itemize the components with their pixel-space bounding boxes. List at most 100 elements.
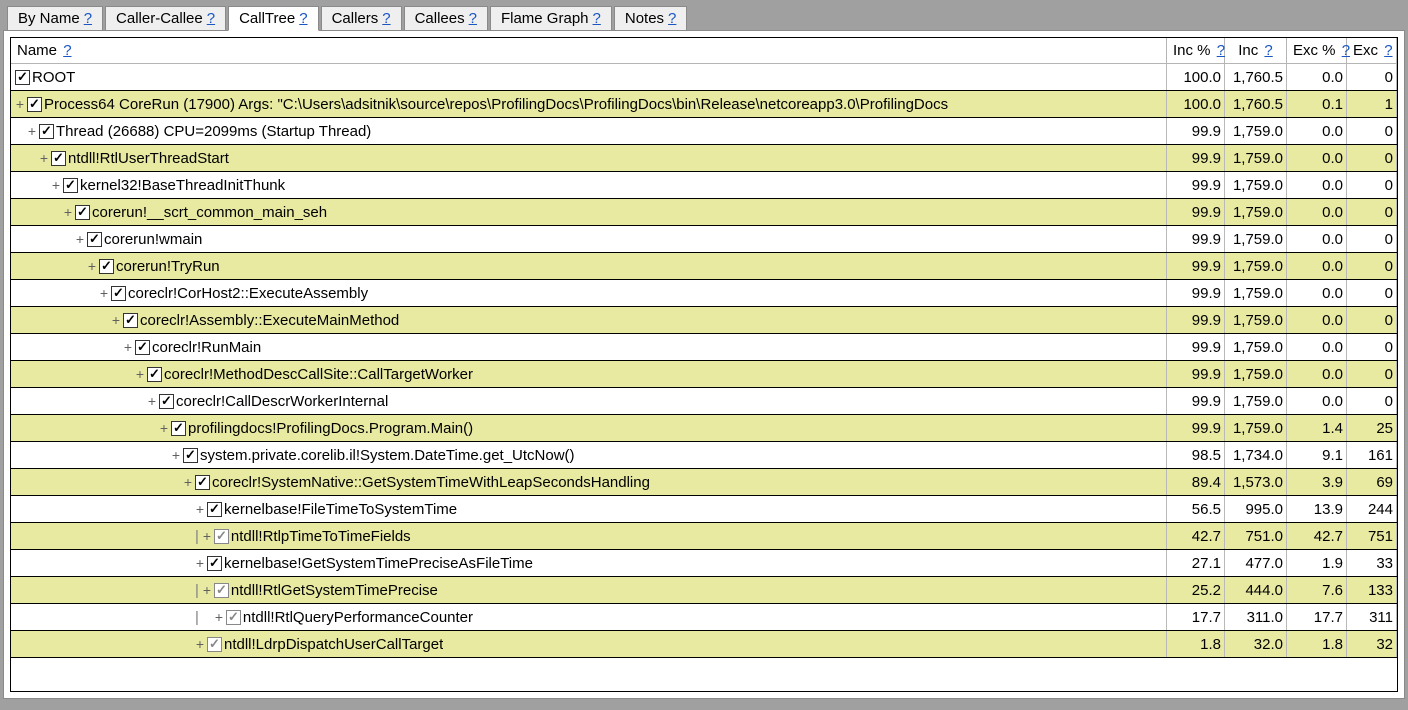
tree-row[interactable]: +Process64 CoreRun (17900) Args: "C:\Use…	[11, 91, 1397, 118]
row-checkbox[interactable]	[214, 529, 229, 544]
tree-expander-icon[interactable]: +	[111, 313, 121, 327]
cell-name[interactable]: +ntdll!RtlUserThreadStart	[11, 145, 1167, 172]
tree-row[interactable]: +ntdll!LdrpDispatchUserCallTarget1.832.0…	[11, 631, 1397, 658]
cell-name[interactable]: +coreclr!CallDescrWorkerInternal	[11, 388, 1167, 415]
tree-row[interactable]: ROOT100.01,760.50.00	[11, 64, 1397, 91]
tree-expander-icon[interactable]: +	[75, 232, 85, 246]
tree-expander-icon[interactable]: +	[159, 421, 169, 435]
tree-expander-icon[interactable]: +	[63, 205, 73, 219]
cell-name[interactable]: +kernelbase!GetSystemTimePreciseAsFileTi…	[11, 550, 1167, 577]
row-checkbox[interactable]	[195, 475, 210, 490]
cell-name[interactable]: +coreclr!RunMain	[11, 334, 1167, 361]
cell-name[interactable]: +kernel32!BaseThreadInitThunk	[11, 172, 1167, 199]
row-checkbox[interactable]	[15, 70, 30, 85]
tree-expander-icon[interactable]: +	[202, 529, 212, 543]
tree-expander-icon[interactable]: +	[195, 502, 205, 516]
cell-name[interactable]: +corerun!__scrt_common_main_seh	[11, 199, 1167, 226]
row-checkbox[interactable]	[183, 448, 198, 463]
tab-calltree[interactable]: CallTree?	[228, 6, 318, 31]
row-checkbox[interactable]	[111, 286, 126, 301]
row-checkbox[interactable]	[99, 259, 114, 274]
tab-callers[interactable]: Callers?	[321, 6, 402, 31]
tree-expander-icon[interactable]: +	[195, 637, 205, 651]
cell-name[interactable]: +coreclr!MethodDescCallSite::CallTargetW…	[11, 361, 1167, 388]
tree-expander-icon[interactable]: +	[202, 583, 212, 597]
tree-expander-icon[interactable]: +	[27, 124, 37, 138]
tree-row[interactable]: |+ntdll!RtlQueryPerformanceCounter17.731…	[11, 604, 1397, 631]
cell-name[interactable]: |+ntdll!RtlQueryPerformanceCounter	[11, 604, 1167, 631]
col-inc-pct[interactable]: Inc % ?	[1167, 38, 1225, 64]
tree-row[interactable]: +coreclr!CorHost2::ExecuteAssembly99.91,…	[11, 280, 1397, 307]
cell-name[interactable]: +coreclr!CorHost2::ExecuteAssembly	[11, 280, 1167, 307]
tree-row[interactable]: +kernel32!BaseThreadInitThunk99.91,759.0…	[11, 172, 1397, 199]
tree-row[interactable]: +coreclr!CallDescrWorkerInternal99.91,75…	[11, 388, 1397, 415]
col-name[interactable]: Name ?	[11, 38, 1167, 64]
tree-row[interactable]: +profilingdocs!ProfilingDocs.Program.Mai…	[11, 415, 1397, 442]
tab-flame-graph[interactable]: Flame Graph?	[490, 6, 612, 31]
cell-name[interactable]: +Process64 CoreRun (17900) Args: "C:\Use…	[11, 91, 1167, 118]
tree-row[interactable]: +kernelbase!FileTimeToSystemTime56.5995.…	[11, 496, 1397, 523]
row-checkbox[interactable]	[75, 205, 90, 220]
row-checkbox[interactable]	[27, 97, 42, 112]
row-checkbox[interactable]	[39, 124, 54, 139]
cell-name[interactable]: +coreclr!SystemNative::GetSystemTimeWith…	[11, 469, 1167, 496]
tree-expander-icon[interactable]: +	[214, 610, 224, 624]
cell-name[interactable]: +system.private.corelib.il!System.DateTi…	[11, 442, 1167, 469]
row-checkbox[interactable]	[207, 556, 222, 571]
row-checkbox[interactable]	[135, 340, 150, 355]
cell-name[interactable]: |+ntdll!RtlGetSystemTimePrecise	[11, 577, 1167, 604]
col-exc[interactable]: Exc ?	[1347, 38, 1397, 64]
cell-name[interactable]: +Thread (26688) CPU=2099ms (Startup Thre…	[11, 118, 1167, 145]
row-checkbox[interactable]	[226, 610, 241, 625]
help-icon[interactable]: ?	[63, 42, 71, 59]
cell-name[interactable]: +corerun!TryRun	[11, 253, 1167, 280]
tree-row[interactable]: +Thread (26688) CPU=2099ms (Startup Thre…	[11, 118, 1397, 145]
tree-expander-icon[interactable]: +	[51, 178, 61, 192]
tree-row[interactable]: +coreclr!MethodDescCallSite::CallTargetW…	[11, 361, 1397, 388]
tree-row[interactable]: +coreclr!SystemNative::GetSystemTimeWith…	[11, 469, 1397, 496]
tree-expander-icon[interactable]: +	[195, 556, 205, 570]
cell-name[interactable]: +kernelbase!FileTimeToSystemTime	[11, 496, 1167, 523]
col-inc[interactable]: Inc ?	[1225, 38, 1287, 64]
tree-expander-icon[interactable]: +	[123, 340, 133, 354]
cell-name[interactable]: +ntdll!LdrpDispatchUserCallTarget	[11, 631, 1167, 658]
help-icon[interactable]: ?	[382, 10, 390, 27]
tree-row[interactable]: +corerun!wmain99.91,759.00.00	[11, 226, 1397, 253]
tree-expander-icon[interactable]: +	[183, 475, 193, 489]
tree-expander-icon[interactable]: +	[135, 367, 145, 381]
tree-row[interactable]: +kernelbase!GetSystemTimePreciseAsFileTi…	[11, 550, 1397, 577]
tree-row[interactable]: |+ntdll!RtlGetSystemTimePrecise25.2444.0…	[11, 577, 1397, 604]
cell-name[interactable]: |+ntdll!RtlpTimeToTimeFields	[11, 523, 1167, 550]
tree-row[interactable]: +ntdll!RtlUserThreadStart99.91,759.00.00	[11, 145, 1397, 172]
row-checkbox[interactable]	[207, 637, 222, 652]
help-icon[interactable]: ?	[469, 10, 477, 27]
tree-row[interactable]: +coreclr!Assembly::ExecuteMainMethod99.9…	[11, 307, 1397, 334]
help-icon[interactable]: ?	[84, 10, 92, 27]
tab-by-name[interactable]: By Name?	[7, 6, 103, 31]
row-checkbox[interactable]	[147, 367, 162, 382]
row-checkbox[interactable]	[123, 313, 138, 328]
tree-expander-icon[interactable]: +	[87, 259, 97, 273]
cell-name[interactable]: +profilingdocs!ProfilingDocs.Program.Mai…	[11, 415, 1167, 442]
row-checkbox[interactable]	[63, 178, 78, 193]
row-checkbox[interactable]	[214, 583, 229, 598]
help-icon[interactable]: ?	[668, 10, 676, 27]
help-icon[interactable]: ?	[1384, 42, 1392, 59]
help-icon[interactable]: ?	[299, 10, 307, 27]
tree-row[interactable]: +corerun!TryRun99.91,759.00.00	[11, 253, 1397, 280]
tree-row[interactable]: +system.private.corelib.il!System.DateTi…	[11, 442, 1397, 469]
tree-expander-icon[interactable]: +	[171, 448, 181, 462]
tree-expander-icon[interactable]: +	[15, 97, 25, 111]
help-icon[interactable]: ?	[207, 10, 215, 27]
tab-callees[interactable]: Callees?	[404, 6, 488, 31]
tree-expander-icon[interactable]: +	[147, 394, 157, 408]
row-checkbox[interactable]	[159, 394, 174, 409]
tree-row[interactable]: |+ntdll!RtlpTimeToTimeFields42.7751.042.…	[11, 523, 1397, 550]
help-icon[interactable]: ?	[1217, 42, 1225, 59]
cell-name[interactable]: +coreclr!Assembly::ExecuteMainMethod	[11, 307, 1167, 334]
help-icon[interactable]: ?	[593, 10, 601, 27]
cell-name[interactable]: ROOT	[11, 64, 1167, 91]
help-icon[interactable]: ?	[1264, 42, 1272, 59]
tree-expander-icon[interactable]: +	[39, 151, 49, 165]
row-checkbox[interactable]	[51, 151, 66, 166]
